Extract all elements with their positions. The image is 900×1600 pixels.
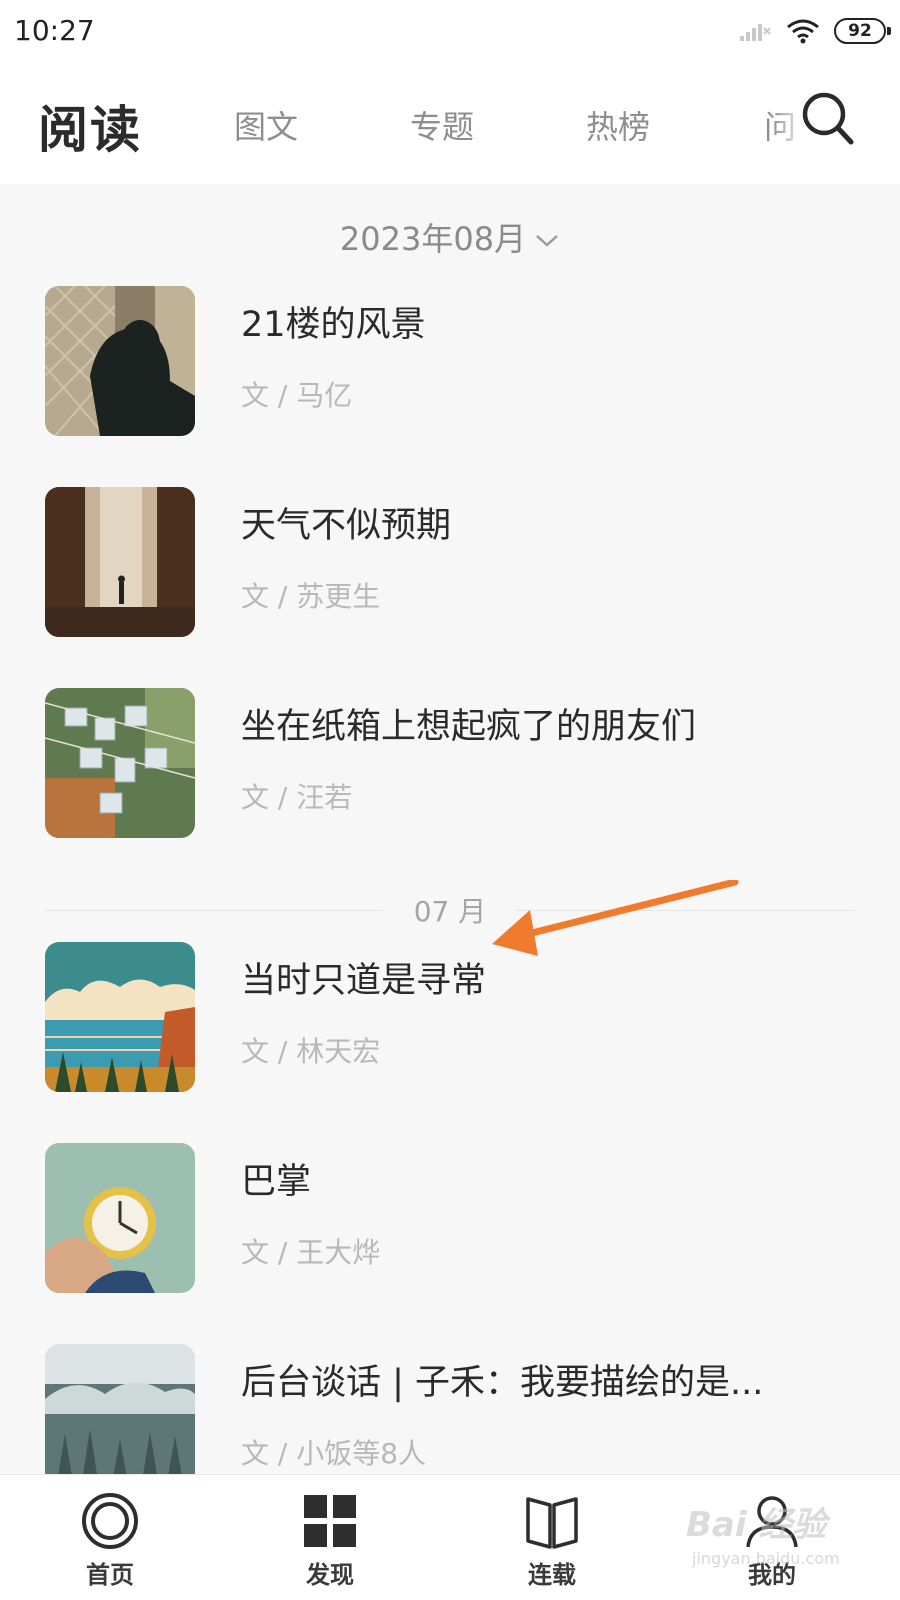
watermark-main: Bai 经验 [686, 1505, 827, 1545]
nav-serial[interactable]: 连载 [472, 1475, 632, 1600]
article-item[interactable]: 坐在纸箱上想起疯了的朋友们 文 / 汪若 [45, 688, 855, 838]
search-icon [802, 92, 854, 145]
article-item[interactable]: 后台谈话 | 子禾：我要描绘的是... 文 / 小饭等8人 [45, 1344, 855, 1474]
article-thumbnail [45, 286, 195, 436]
article-title: 后台谈话 | 子禾：我要描绘的是... [241, 1363, 764, 1403]
page-title: 阅读 [38, 101, 142, 159]
book-icon [526, 1497, 578, 1549]
nav-discover[interactable]: 发现 [250, 1475, 410, 1600]
article-title: 21楼的风景 [241, 305, 426, 345]
article-title: 坐在纸箱上想起疯了的朋友们 [241, 707, 697, 747]
tab-tuwen[interactable]: 图文 [234, 102, 298, 148]
chevron-down-icon [536, 235, 558, 247]
article-author: 文 / 林天宏 [241, 1035, 381, 1068]
date-picker-label: 2023年08月 [339, 220, 527, 258]
tab-zhuanti[interactable]: 专题 [410, 102, 474, 148]
home-ring-icon [82, 1493, 138, 1549]
article-item[interactable]: 巴掌 文 / 王大烨 [45, 1143, 855, 1293]
tab-rebang[interactable]: 热榜 [586, 102, 650, 148]
article-author: 文 / 汪若 [241, 781, 353, 814]
article-thumbnail [45, 1344, 195, 1474]
search-button[interactable] [800, 88, 856, 148]
baidu-watermark: Bai 经验 jingyan.baidu.com [686, 1497, 886, 1587]
article-author: 文 / 苏更生 [241, 580, 381, 613]
article-item[interactable]: 21楼的风景 文 / 马亿 [45, 286, 855, 436]
annotation-arrow [492, 880, 739, 956]
battery-icon: 92 [834, 18, 891, 44]
article-thumbnail [45, 942, 195, 1092]
nav-label: 首页 [86, 1561, 134, 1589]
signal-icon [740, 24, 771, 41]
app-header: 阅读 图文 专题 热榜 问 [0, 62, 900, 184]
watermark-sub: jingyan.baidu.com [692, 1549, 840, 1568]
status-icons: 92 [738, 16, 891, 46]
article-title: 天气不似预期 [241, 506, 452, 546]
article-author: 文 / 王大烨 [241, 1236, 381, 1269]
article-author: 文 / 小饭等8人 [241, 1437, 427, 1470]
nav-label: 连载 [528, 1561, 576, 1589]
status-time: 10:27 [14, 14, 95, 47]
article-title: 巴掌 [241, 1162, 312, 1202]
bottom-nav: 首页 发现 连载 我的 Bai 经验 jingyan.baidu.com [0, 1474, 900, 1600]
article-thumbnail [45, 1143, 195, 1293]
status-bar: 10:27 92 [0, 0, 900, 62]
grid-icon [304, 1495, 356, 1547]
article-author: 文 / 马亿 [241, 379, 353, 412]
article-item[interactable]: 天气不似预期 文 / 苏更生 [45, 487, 855, 637]
nav-home[interactable]: 首页 [30, 1475, 190, 1600]
battery-level: 92 [848, 21, 872, 41]
article-thumbnail [45, 688, 195, 838]
nav-label: 发现 [306, 1561, 354, 1589]
wifi-icon [787, 19, 819, 44]
date-picker[interactable]: 2023年08月 [0, 214, 900, 260]
article-thumbnail [45, 487, 195, 637]
article-title: 当时只道是寻常 [241, 961, 487, 1001]
article-list[interactable]: 2023年08月 21楼的风景 文 / 马亿 天气不似预期 文 / 苏更生 坐在… [0, 184, 900, 1474]
